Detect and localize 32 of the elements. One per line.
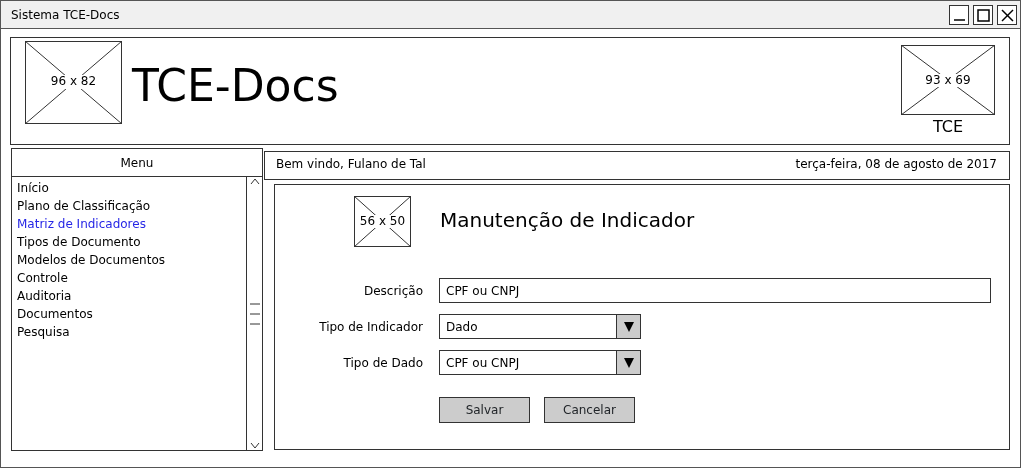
dropdown-arrow-icon bbox=[622, 320, 635, 333]
window-title: Sistema TCE-Docs bbox=[11, 6, 120, 24]
menu-item[interactable]: Modelos de Documentos bbox=[12, 251, 246, 269]
field-label: Descrição bbox=[362, 282, 423, 300]
menu-item[interactable]: Início bbox=[12, 179, 246, 197]
field-label: Tipo de Indicador bbox=[318, 318, 423, 336]
welcome-text: Bem vindo, Fulano de Tal bbox=[276, 155, 426, 173]
minimize-icon bbox=[953, 18, 965, 21]
scrollbar[interactable] bbox=[246, 177, 262, 450]
menu-item[interactable]: Plano de Classificação bbox=[12, 197, 246, 215]
dropdown-field[interactable]: CPF ou CNPJ bbox=[439, 350, 641, 375]
maximize-button[interactable] bbox=[973, 4, 993, 25]
menu-title: Menu bbox=[120, 154, 154, 172]
app-title: TCE-Docs bbox=[132, 64, 339, 108]
menu-item[interactable]: Pesquisa bbox=[12, 323, 246, 341]
image-size-label: 96 x 82 bbox=[50, 75, 97, 89]
input-field[interactable]: CPF ou CNPJ bbox=[439, 278, 991, 303]
field-label: Tipo de Dado bbox=[342, 354, 423, 372]
menu-item[interactable]: Documentos bbox=[12, 305, 246, 323]
form-title: Manutenção de Indicador bbox=[440, 206, 695, 234]
menu-item[interactable]: Tipos de Documento bbox=[12, 233, 246, 251]
date-text: terça-feira, 08 de agosto de 2017 bbox=[795, 155, 997, 173]
dropdown-field[interactable]: Dado bbox=[439, 314, 641, 339]
logo-caption: TCE bbox=[932, 117, 964, 137]
dropdown-arrow-icon bbox=[622, 356, 635, 369]
menu-item[interactable]: Controle bbox=[12, 269, 246, 287]
menu-item[interactable]: Matriz de Indicadores bbox=[12, 215, 246, 233]
form-button[interactable]: Salvar bbox=[439, 397, 530, 423]
close-button[interactable] bbox=[997, 4, 1017, 25]
minimize-button[interactable] bbox=[949, 4, 969, 25]
form-button[interactable]: Cancelar bbox=[544, 397, 635, 423]
menu-item[interactable]: Auditoria bbox=[12, 287, 246, 305]
